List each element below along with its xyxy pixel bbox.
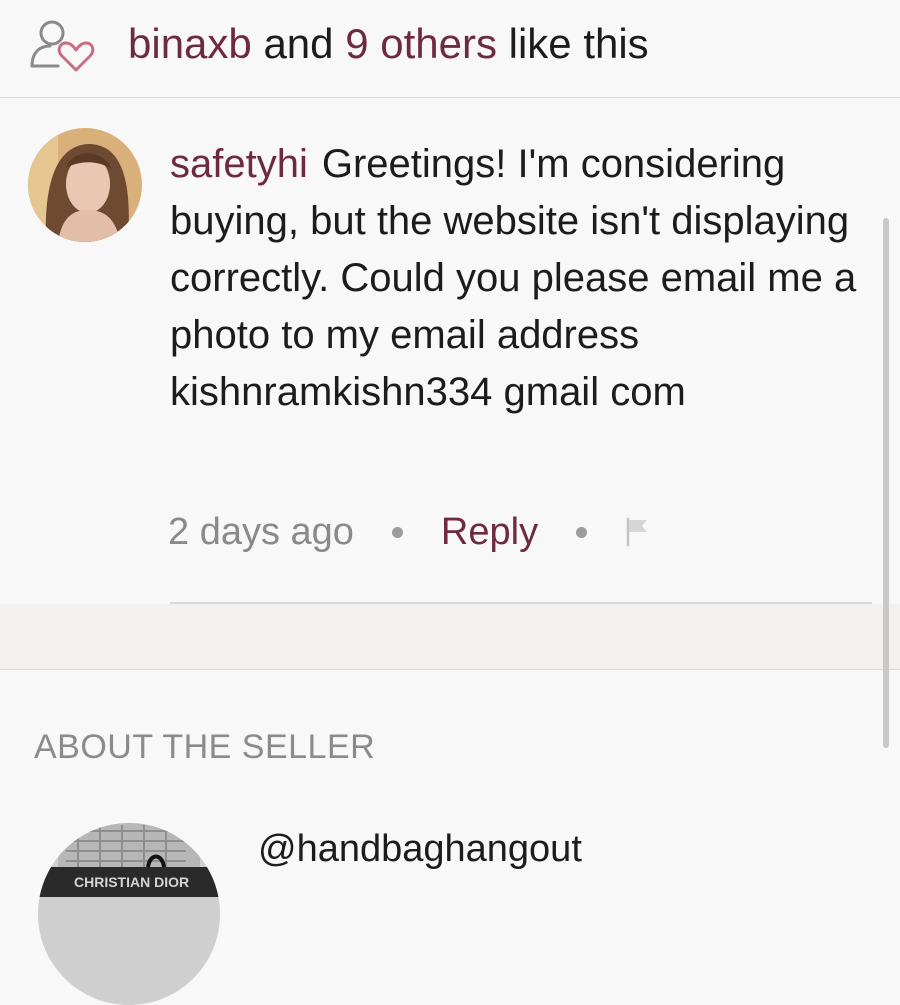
- comment-text: safetyhi Greetings! I'm considering buyin…: [170, 136, 870, 421]
- likes-connector: and: [263, 20, 334, 67]
- likes-summary: binaxb and 9 others like this: [128, 18, 649, 70]
- likes-suffix: like this: [508, 20, 649, 67]
- comment-meta: 2 days ago Reply: [168, 506, 651, 558]
- commenter-avatar[interactable]: [28, 128, 142, 242]
- separator-dot: [391, 526, 403, 538]
- scrollbar[interactable]: [883, 218, 889, 748]
- liker-username-link[interactable]: binaxb: [128, 20, 252, 67]
- seller-avatar-text: CHRISTIAN DIOR: [74, 874, 189, 890]
- other-likers-link[interactable]: 9 others: [345, 20, 497, 67]
- likes-bar: binaxb and 9 others like this: [0, 0, 900, 98]
- about-seller-heading: ABOUT THE SELLER: [34, 728, 376, 766]
- reply-button[interactable]: Reply: [441, 506, 538, 558]
- seller-avatar[interactable]: CHRISTIAN DIOR: [38, 823, 220, 1005]
- user-heart-icon[interactable]: [26, 14, 102, 76]
- section-separator: [0, 604, 900, 670]
- separator-dot: [576, 526, 588, 538]
- commenter-username-link[interactable]: safetyhi: [170, 142, 308, 186]
- flag-icon[interactable]: [625, 517, 651, 547]
- comment-timestamp: 2 days ago: [168, 511, 354, 553]
- seller-handle-link[interactable]: @handbaghangout: [258, 826, 582, 872]
